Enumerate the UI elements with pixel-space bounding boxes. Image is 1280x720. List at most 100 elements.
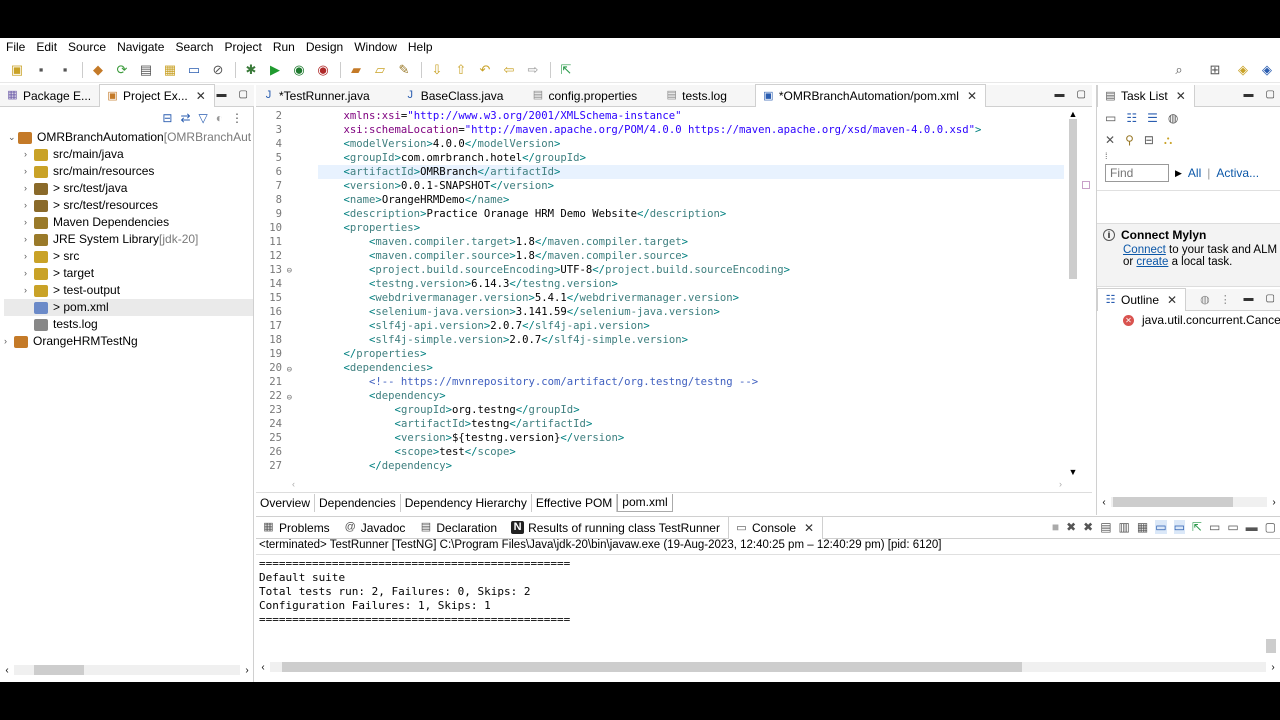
minimize-icon[interactable]: ▬ bbox=[217, 89, 227, 100]
expand-arrow-icon[interactable]: › bbox=[24, 180, 34, 197]
tree-item[interactable]: › > test-output bbox=[4, 282, 253, 299]
tree-item[interactable]: › OrangeHRMTestNg bbox=[4, 333, 253, 350]
close-icon[interactable]: ✕ bbox=[196, 89, 206, 103]
scroll-lock-icon[interactable]: ▥ bbox=[1119, 520, 1130, 534]
fold-icon[interactable]: ⊖ bbox=[282, 391, 292, 405]
tab-javadoc[interactable]: @ Javadoc bbox=[338, 517, 414, 539]
link-icon[interactable]: ⛬ bbox=[1164, 133, 1172, 148]
tree-item[interactable]: > pom.xml bbox=[4, 299, 253, 316]
expand-arrow-icon[interactable]: › bbox=[24, 265, 34, 282]
all-link[interactable]: All bbox=[1188, 166, 1201, 180]
editor-vscrollbar[interactable]: ▲ ▼ bbox=[1066, 109, 1080, 477]
display-console-icon[interactable]: ▭ bbox=[1209, 520, 1220, 534]
save-all-icon[interactable]: ▪ bbox=[54, 60, 76, 80]
forward-icon[interactable]: ⇨ bbox=[522, 60, 544, 80]
maximize-icon[interactable]: ▢ bbox=[239, 89, 248, 100]
debug-icon[interactable]: ✱ bbox=[240, 60, 262, 80]
tab-baseclass[interactable]: J BaseClass.java bbox=[398, 85, 512, 107]
maximize-icon[interactable]: ▢ bbox=[1266, 89, 1275, 100]
remove-all-icon[interactable]: ✖ bbox=[1083, 520, 1093, 534]
menu-navigate[interactable]: Navigate bbox=[117, 40, 164, 54]
external-tools-icon[interactable]: ◉ bbox=[312, 60, 334, 80]
expand-arrow-icon[interactable]: › bbox=[24, 163, 34, 180]
tab-package-explorer[interactable]: ▦ Package E... bbox=[0, 85, 99, 107]
tab-problems[interactable]: ▦ Problems bbox=[256, 517, 338, 539]
tab-pom-xml-source[interactable]: pom.xml bbox=[617, 493, 673, 512]
tree-item[interactable]: › > src bbox=[4, 248, 253, 265]
terminate-icon[interactable]: ■ bbox=[1052, 520, 1059, 534]
maximize-icon[interactable]: ▢ bbox=[1077, 89, 1086, 100]
open-console-icon[interactable]: ▭ bbox=[1227, 520, 1238, 534]
tree-item[interactable]: ⌄ OMRBranchAutomation [OMRBranchAut bbox=[4, 129, 253, 146]
run-icon[interactable]: ▶ bbox=[264, 60, 286, 80]
pin-console-icon[interactable]: ⇱ bbox=[1192, 520, 1202, 534]
menu-run[interactable]: Run bbox=[273, 40, 295, 54]
fold-icon[interactable]: ⊖ bbox=[282, 363, 292, 377]
code-editor[interactable]: 2 3 4 5 6 7 8 9 10 11 12 13 14 15 16 17 18 19 20 21 22 23 24 25… bbox=[256, 109, 1066, 479]
find-input[interactable] bbox=[1105, 164, 1169, 182]
scheduled-icon[interactable]: ☰ bbox=[1147, 111, 1158, 125]
prev-annotation-icon[interactable]: ⇧ bbox=[450, 60, 472, 80]
refresh-icon[interactable]: ⟳ bbox=[111, 60, 133, 80]
tab-overview[interactable]: Overview bbox=[256, 493, 316, 512]
menu-window[interactable]: Window bbox=[354, 40, 397, 54]
tree-item[interactable]: › src/main/java bbox=[4, 146, 253, 163]
left-hscrollbar[interactable]: ‹ › bbox=[0, 663, 254, 677]
console-vscrollbar[interactable] bbox=[1266, 555, 1278, 663]
fold-icon[interactable]: ⊖ bbox=[282, 264, 292, 278]
show-stdout-icon[interactable]: ▭ bbox=[1155, 520, 1167, 534]
pin-editor-icon[interactable]: ⇱ bbox=[555, 60, 577, 80]
tree-item[interactable]: › JRE System Library [jdk-20] bbox=[4, 231, 253, 248]
file-icon[interactable]: ▤ bbox=[135, 60, 157, 80]
new-project-icon[interactable]: ◆ bbox=[87, 60, 109, 80]
tab-dependency-hierarchy[interactable]: Dependency Hierarchy bbox=[401, 493, 532, 512]
expand-arrow-icon[interactable]: › bbox=[24, 214, 34, 231]
menu-help[interactable]: Help bbox=[408, 40, 433, 54]
back-icon[interactable]: ⇦ bbox=[498, 60, 520, 80]
close-icon[interactable]: ✕ bbox=[804, 521, 814, 535]
terminal-icon[interactable]: ▭ bbox=[183, 60, 205, 80]
right-hscrollbar[interactable]: ‹ › bbox=[1097, 495, 1280, 509]
expand-arrow-icon[interactable]: › bbox=[24, 197, 34, 214]
connect-link[interactable]: Connect bbox=[1123, 244, 1166, 256]
tree-item[interactable]: › > target bbox=[4, 265, 253, 282]
outline-item[interactable]: ✕ java.util.concurrent.Cancella bbox=[1123, 313, 1280, 327]
open-task-icon[interactable]: ▱ bbox=[369, 60, 391, 80]
close-icon[interactable]: ✕ bbox=[1176, 89, 1186, 103]
tab-task-list[interactable]: ▤ Task List ✕ bbox=[1097, 85, 1195, 107]
tab-pom-xml[interactable]: ▣ *OMRBranchAutomation/pom.xml ✕ bbox=[754, 84, 987, 107]
menu-edit[interactable]: Edit bbox=[36, 40, 57, 54]
hide-completed-icon[interactable]: ◍ bbox=[1168, 111, 1178, 125]
minimize-icon[interactable]: ▬ bbox=[1055, 89, 1065, 100]
console-hscrollbar[interactable]: ‹ › bbox=[256, 660, 1280, 674]
activate-link[interactable]: Activa... bbox=[1216, 166, 1259, 180]
tab-project-explorer[interactable]: ▣ Project Ex... ✕ bbox=[99, 84, 215, 107]
view-menu-icon[interactable]: ⋮ bbox=[1220, 293, 1231, 306]
tab-testrunner[interactable]: J *TestRunner.java bbox=[256, 85, 378, 107]
expand-arrow-icon[interactable]: › bbox=[24, 146, 34, 163]
expand-arrow-icon[interactable]: ⌄ bbox=[8, 129, 18, 146]
search-tool-icon[interactable]: ✎ bbox=[393, 60, 415, 80]
tab-tests-log[interactable]: ▤ tests.log bbox=[659, 85, 735, 107]
save-icon[interactable]: ▪ bbox=[30, 60, 52, 80]
tree-item[interactable]: › > src/test/resources bbox=[4, 197, 253, 214]
next-annotation-icon[interactable]: ⇩ bbox=[426, 60, 448, 80]
debug-perspective-icon[interactable]: ◈ bbox=[1256, 60, 1278, 80]
tab-testng-results[interactable]: N Results of running class TestRunner bbox=[505, 517, 728, 539]
close-icon[interactable]: ✕ bbox=[967, 89, 977, 103]
maximize-icon[interactable]: ▢ bbox=[1265, 520, 1276, 534]
create-link[interactable]: create bbox=[1136, 256, 1168, 268]
hide-fields-icon[interactable]: ◍ bbox=[1200, 293, 1210, 306]
minimize-icon[interactable]: ▬ bbox=[1246, 520, 1258, 534]
view-menu-icon[interactable]: ⋮ bbox=[231, 111, 243, 125]
close-icon[interactable]: ✕ bbox=[1167, 293, 1177, 307]
menu-file[interactable]: File bbox=[6, 40, 25, 54]
tree-item[interactable]: tests.log bbox=[4, 316, 253, 333]
maximize-icon[interactable]: ▢ bbox=[1266, 293, 1275, 304]
expand-arrow-icon[interactable]: › bbox=[24, 231, 34, 248]
expand-arrow-icon[interactable]: › bbox=[24, 248, 34, 265]
minimize-icon[interactable]: ▬ bbox=[1244, 293, 1254, 304]
java-perspective-icon[interactable]: ◈ bbox=[1232, 60, 1254, 80]
coverage-icon[interactable]: ◉ bbox=[288, 60, 310, 80]
menu-source[interactable]: Source bbox=[68, 40, 106, 54]
